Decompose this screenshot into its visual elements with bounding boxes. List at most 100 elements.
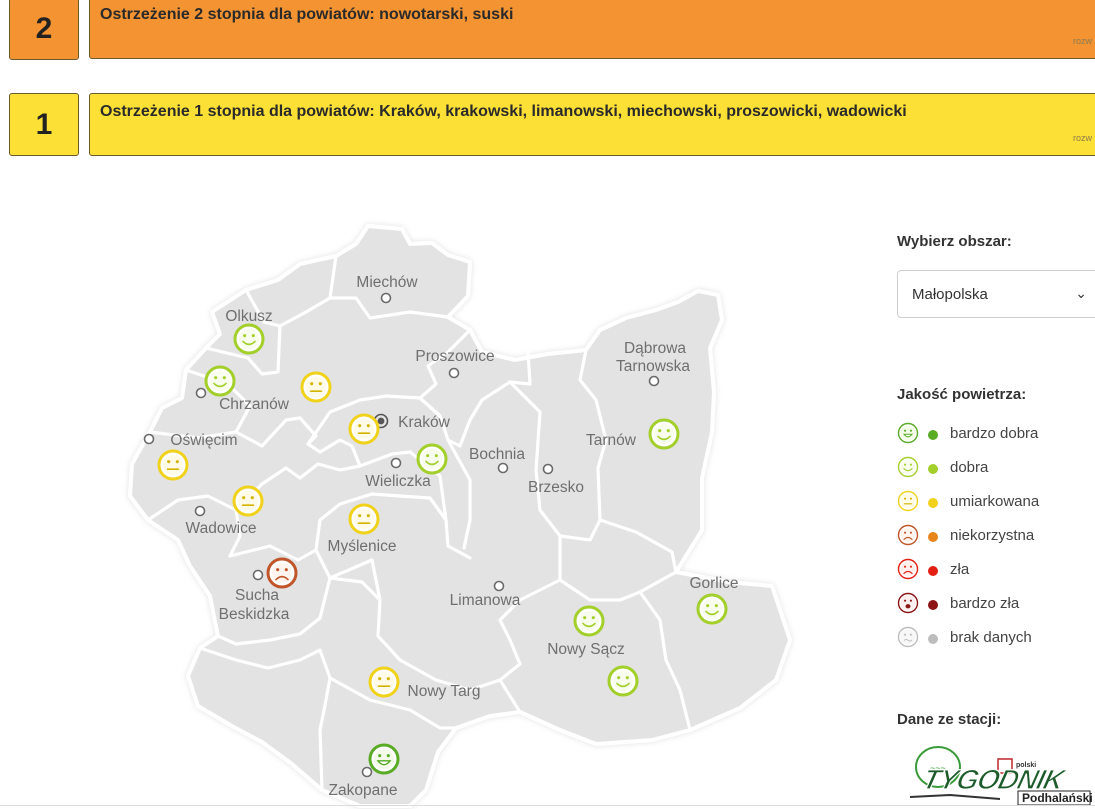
alert-box[interactable]: Ostrzeżenie 1 stopnia dla powiatów: Krak… bbox=[89, 93, 1095, 156]
city-label-brzesko: Brzesko bbox=[528, 479, 584, 496]
air-quality-face-icon bbox=[897, 456, 919, 478]
city-dot bbox=[380, 292, 392, 304]
tygodnik-podhalanski-logo: ~~~ polski TYGODNIK Podhalański bbox=[910, 746, 1092, 806]
city-label-chrzanow: Chrzanów bbox=[219, 396, 290, 413]
legend-label: zła bbox=[950, 561, 970, 578]
air-quality-face-icon bbox=[897, 524, 919, 546]
alert-expand-link[interactable]: rozw bbox=[1073, 133, 1092, 143]
city-label-sucha: Sucha bbox=[235, 587, 279, 604]
station-marker-olkusz[interactable] bbox=[233, 323, 265, 355]
station-marker-zakopane[interactable] bbox=[368, 743, 400, 775]
station-marker-krakow[interactable] bbox=[348, 413, 380, 445]
station-marker-nowysacz-1[interactable] bbox=[573, 605, 605, 637]
city-dot bbox=[361, 766, 373, 778]
legend-face[interactable] bbox=[897, 456, 919, 478]
area-select-value: Małopolska bbox=[912, 285, 988, 303]
stations-label: Dane ze stacji: bbox=[897, 711, 1002, 728]
station-marker-tarnow[interactable] bbox=[648, 418, 680, 450]
station-marker-nowysacz-2[interactable] bbox=[607, 665, 639, 697]
legend-label: brak danych bbox=[950, 629, 1032, 646]
station-marker-sucha[interactable] bbox=[266, 557, 298, 589]
station-marker-oswiecim[interactable] bbox=[157, 449, 189, 481]
legend-item: dobra bbox=[897, 456, 1095, 480]
city-dot bbox=[252, 569, 264, 581]
legend-item: bardzo dobra bbox=[897, 422, 1095, 446]
air-quality-label: Jakość powietrza: bbox=[897, 386, 1027, 403]
city-label-beskidzka: Beskidzka bbox=[219, 606, 290, 623]
station-marker-gorlice[interactable] bbox=[696, 593, 728, 625]
city-label-limanowa: Limanowa bbox=[450, 592, 521, 609]
city-label-nowy-sacz: Nowy Sącz bbox=[547, 641, 625, 658]
legend-color-dot bbox=[928, 532, 938, 542]
city-label-gorlice: Gorlice bbox=[689, 575, 738, 592]
air-quality-face-icon bbox=[897, 558, 919, 580]
malopolska-map: Miechów Olkusz Proszowice Dąbrowa Tarnow… bbox=[128, 224, 792, 808]
station-marker-wadowice[interactable] bbox=[232, 485, 264, 517]
city-dot bbox=[194, 505, 206, 517]
air-quality-face-icon bbox=[897, 592, 919, 614]
city-dot bbox=[497, 462, 509, 474]
station-marker-wieliczka[interactable] bbox=[416, 443, 448, 475]
city-label-wadowice: Wadowice bbox=[186, 520, 257, 537]
city-label-miechow: Miechów bbox=[356, 274, 418, 291]
legend-label: bardzo zła bbox=[950, 595, 1020, 612]
legend-face[interactable] bbox=[897, 558, 919, 580]
legend-label: bardzo dobra bbox=[950, 425, 1039, 442]
legend-color-dot bbox=[928, 464, 938, 474]
station-marker-nowytarg[interactable] bbox=[368, 666, 400, 698]
legend-label: dobra bbox=[950, 459, 989, 476]
legend-face[interactable] bbox=[897, 592, 919, 614]
city-label-dabrowa: Dąbrowa bbox=[624, 340, 686, 357]
area-select-label: Wybierz obszar: bbox=[897, 233, 1012, 250]
city-label-myslenice: Myślenice bbox=[328, 538, 397, 555]
station-marker-chrzanow[interactable] bbox=[204, 365, 236, 397]
city-dot bbox=[448, 367, 460, 379]
svg-text:Podhalański: Podhalański bbox=[1022, 791, 1092, 805]
legend-item: niekorzystna bbox=[897, 524, 1095, 548]
alert-level-badge: 1 bbox=[9, 93, 79, 156]
city-dot bbox=[143, 433, 155, 445]
city-label-olkusz: Olkusz bbox=[225, 308, 272, 325]
legend-face[interactable] bbox=[897, 626, 919, 648]
city-label-bochnia: Bochnia bbox=[469, 446, 525, 463]
chevron-down-icon: ⌄ bbox=[1075, 285, 1087, 301]
city-label-wieliczka: Wieliczka bbox=[365, 473, 431, 490]
bottom-divider bbox=[0, 805, 1095, 806]
air-quality-face-icon bbox=[897, 626, 919, 648]
alert-expand-link[interactable]: rozw bbox=[1073, 36, 1092, 46]
legend-face[interactable] bbox=[897, 524, 919, 546]
legend-item: umiarkowana bbox=[897, 490, 1095, 514]
city-label-proszowice: Proszowice bbox=[415, 348, 494, 365]
legend-color-dot bbox=[928, 634, 938, 644]
city-dot bbox=[493, 580, 505, 592]
legend-item: brak danych bbox=[897, 626, 1095, 650]
legend-item: zła bbox=[897, 558, 1095, 582]
city-dot bbox=[542, 463, 554, 475]
air-quality-face-icon bbox=[897, 422, 919, 444]
legend-color-dot bbox=[928, 600, 938, 610]
alert-text: Ostrzeżenie 1 stopnia dla powiatów: Krak… bbox=[100, 103, 907, 120]
legend-color-dot bbox=[928, 498, 938, 508]
air-quality-face-icon bbox=[897, 490, 919, 512]
legend-face[interactable] bbox=[897, 422, 919, 444]
city-label-zakopane: Zakopane bbox=[329, 782, 398, 799]
alert-box[interactable]: Ostrzeżenie 2 stopnia dla powiatów: nowo… bbox=[89, 0, 1095, 59]
city-dot bbox=[648, 375, 660, 387]
city-label-tarnow: Tarnów bbox=[586, 432, 637, 449]
alert-level-badge: 2 bbox=[9, 0, 79, 60]
legend-color-dot bbox=[928, 566, 938, 576]
city-label-oswiecim: Oświęcim bbox=[170, 432, 237, 449]
legend-color-dot bbox=[928, 430, 938, 440]
station-marker-myslenice[interactable] bbox=[348, 503, 380, 535]
legend-item: bardzo zła bbox=[897, 592, 1095, 616]
alert-text: Ostrzeżenie 2 stopnia dla powiatów: nowo… bbox=[100, 6, 514, 23]
city-label-krakow: Kraków bbox=[398, 414, 450, 431]
city-label-nowy-targ: Nowy Targ bbox=[408, 683, 481, 700]
city-dot bbox=[390, 457, 402, 469]
area-select[interactable]: Małopolska ⌄ bbox=[897, 270, 1095, 318]
legend-label: umiarkowana bbox=[950, 493, 1040, 510]
legend-label: niekorzystna bbox=[950, 527, 1035, 544]
station-marker-krakowski-north[interactable] bbox=[300, 371, 332, 403]
legend-face[interactable] bbox=[897, 490, 919, 512]
city-label-tarnowska: Tarnowska bbox=[616, 358, 690, 375]
